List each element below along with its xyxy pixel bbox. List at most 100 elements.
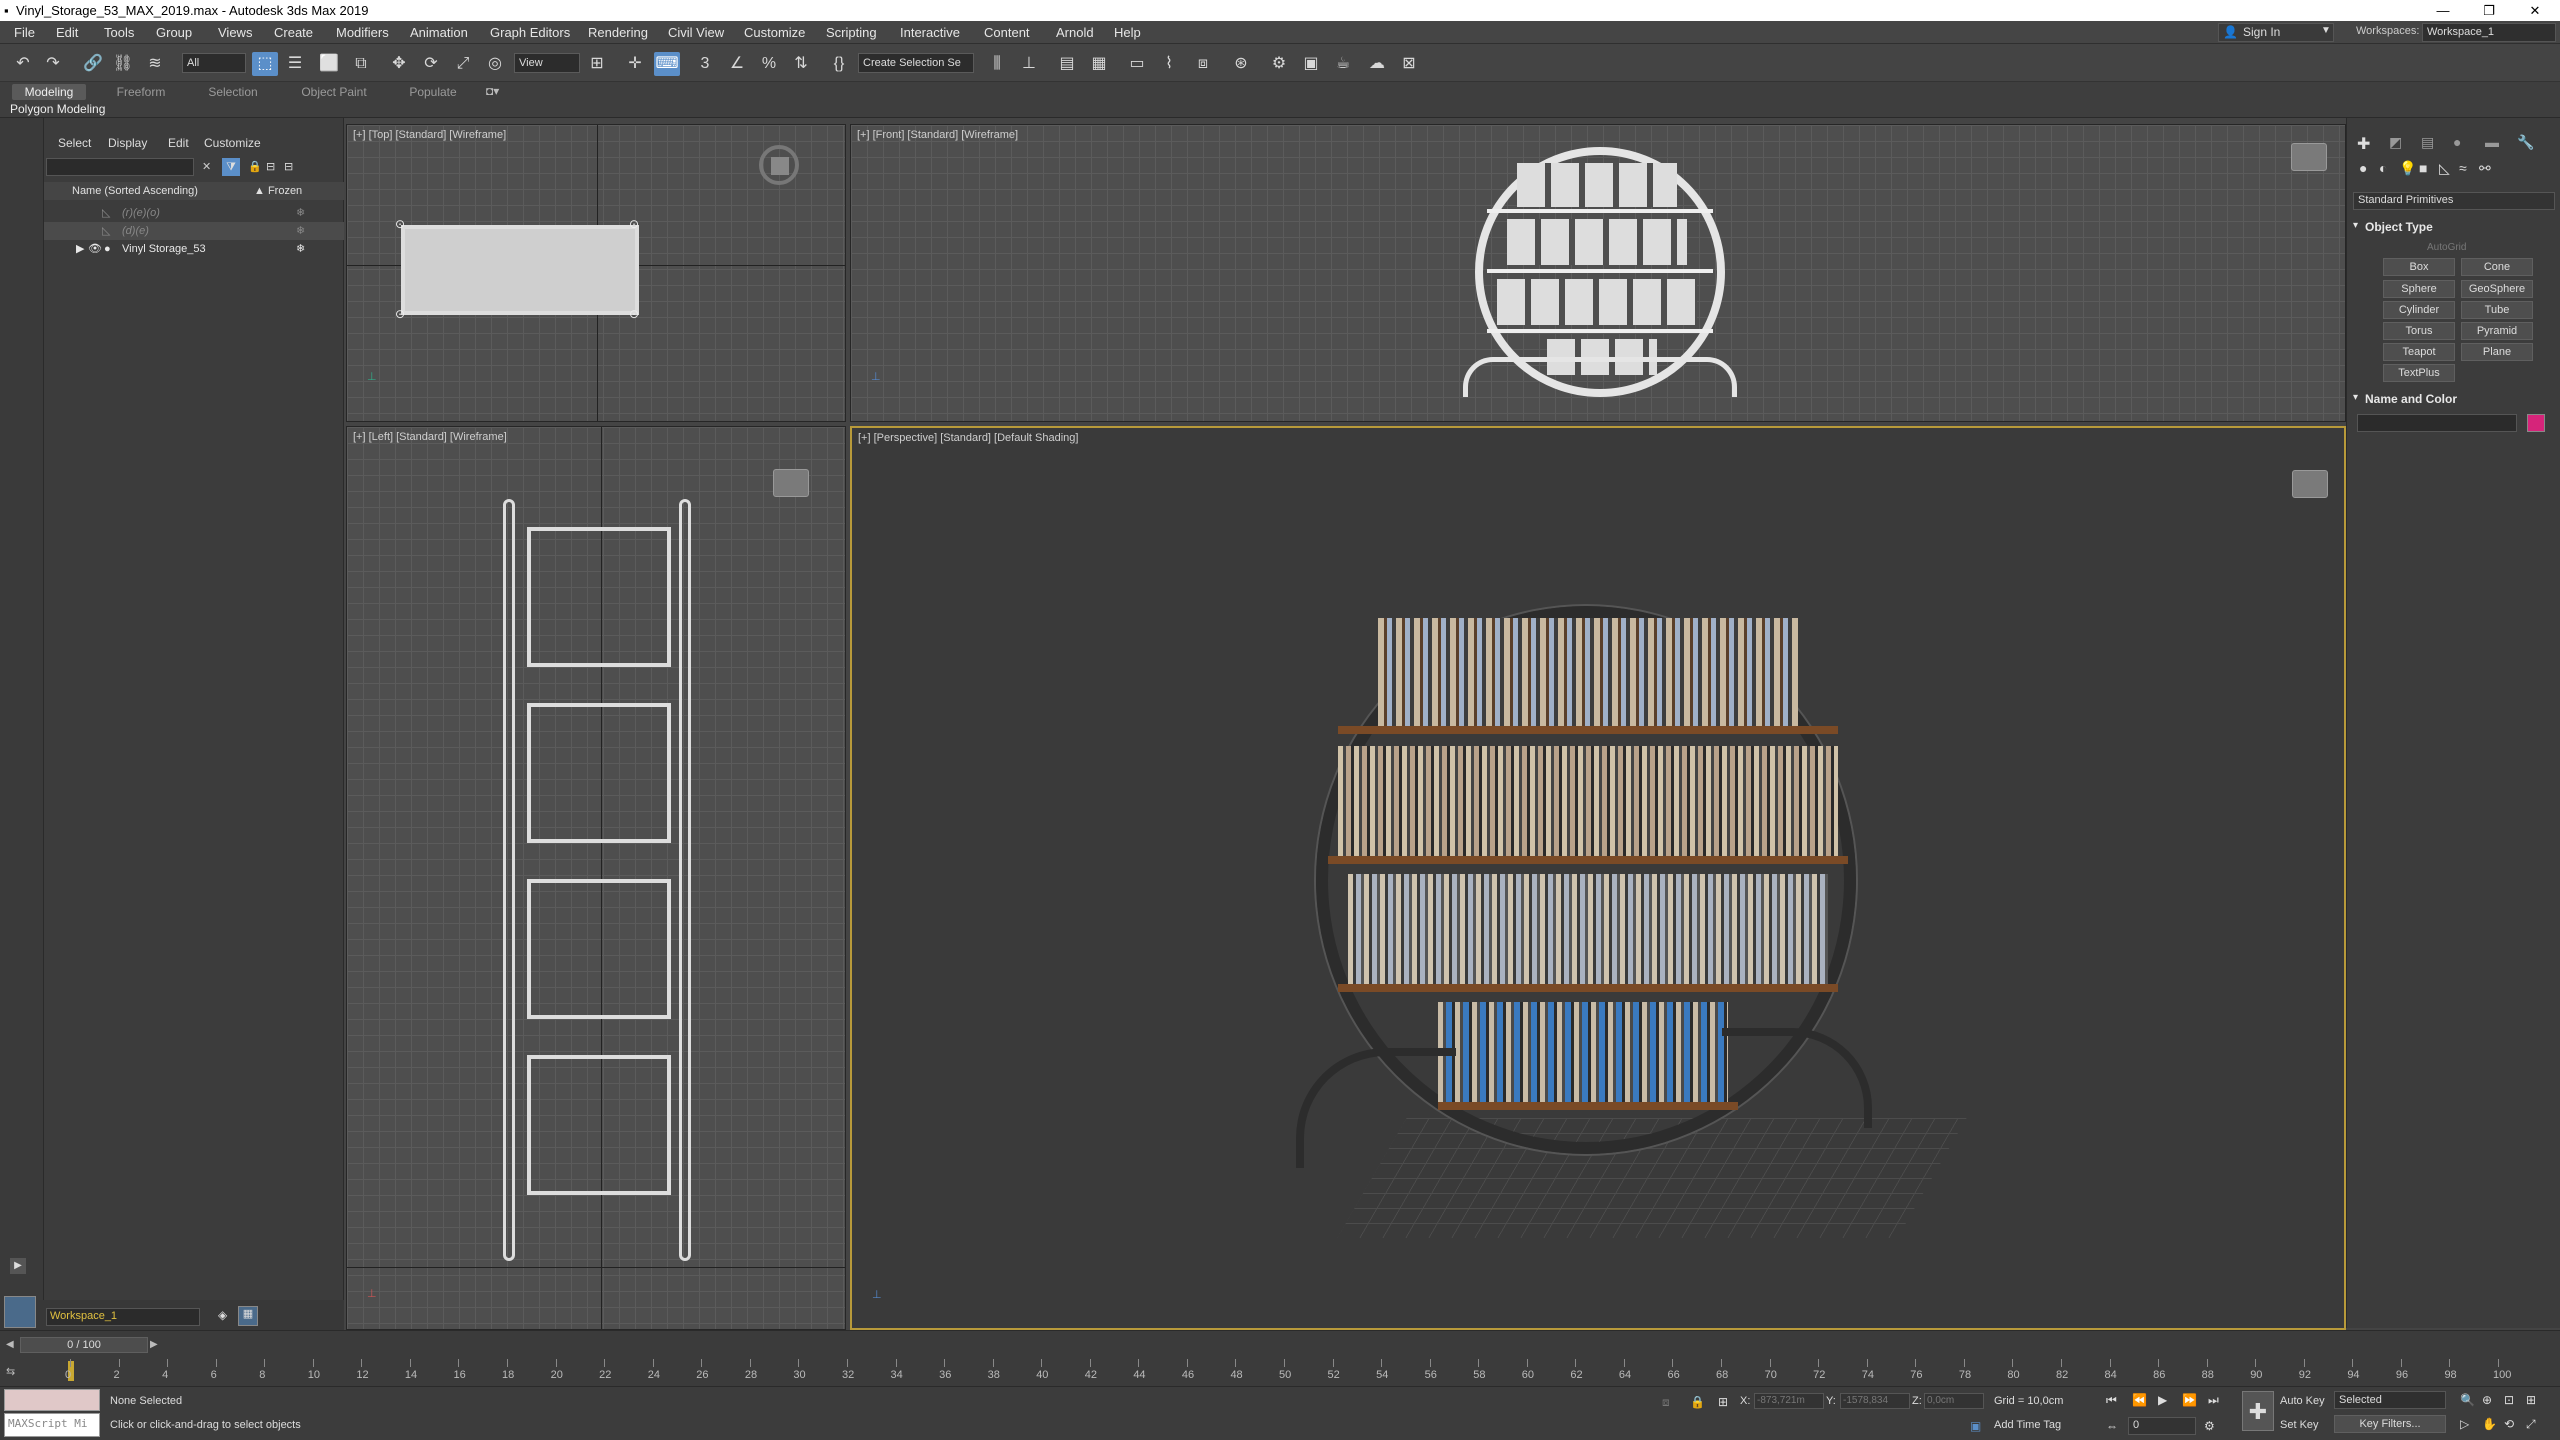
object-color-swatch[interactable] — [2527, 414, 2545, 432]
lock-selection-icon[interactable]: 🔒 — [1690, 1395, 1705, 1409]
scene-search-input[interactable] — [46, 158, 194, 176]
viewport-label[interactable]: [+] [Perspective] [Standard] [Default Sh… — [858, 432, 1078, 444]
fov-icon[interactable]: ▷ — [2460, 1417, 2469, 1431]
collapse-arrow-icon[interactable]: ▾ — [2353, 392, 2358, 403]
x-coordinate-field[interactable]: -873,721m — [1754, 1393, 1824, 1409]
tab-modeling[interactable]: Modeling — [12, 84, 86, 100]
time-config-icon[interactable]: ⚙ — [2204, 1419, 2215, 1433]
prev-key-icon[interactable]: ⏪ — [2132, 1393, 2147, 1407]
curve-editor-icon[interactable]: ⌇ — [1156, 52, 1182, 76]
menu-tools[interactable]: Tools — [104, 25, 134, 40]
selection-filter-dropdown[interactable]: All — [182, 53, 246, 73]
eye-icon[interactable]: 👁 — [88, 240, 102, 258]
display-tab-icon[interactable]: ▬ — [2485, 134, 2499, 150]
layers-icon[interactable]: ◈ — [218, 1308, 227, 1322]
z-coordinate-field[interactable]: 0,0cm — [1924, 1393, 1984, 1409]
link-icon[interactable]: 🔗 — [80, 52, 106, 76]
tab-populate[interactable]: Populate — [396, 84, 470, 100]
layer-icon[interactable]: ⊟ — [284, 160, 293, 173]
bind-space-warp-icon[interactable]: ≋ — [142, 52, 168, 76]
absolute-mode-icon[interactable]: ⊞ — [1718, 1395, 1728, 1409]
minimize-icon[interactable]: — — [2420, 0, 2466, 21]
angle-snap-icon[interactable]: ∠ — [724, 52, 750, 76]
rendered-frame-window-icon[interactable]: ▣ — [1298, 52, 1324, 76]
selection-set-dropdown[interactable]: Selected — [2334, 1391, 2446, 1409]
render-setup-icon[interactable]: ⚙ — [1266, 52, 1292, 76]
signin-button[interactable]: 👤 Sign In ▼ — [2218, 23, 2334, 42]
scale-icon[interactable]: ⤢ — [450, 52, 476, 76]
shapes-icon[interactable]: ◐ — [2379, 160, 2387, 176]
select-object-icon[interactable]: ⬚ — [252, 52, 278, 76]
scene-row[interactable]: ▶ 👁 ● Vinyl Storage_53 ❄ — [44, 240, 344, 258]
percent-snap-icon[interactable]: % — [756, 52, 782, 76]
render-production-icon[interactable]: ☕ — [1330, 52, 1356, 76]
menu-rendering[interactable]: Rendering — [588, 25, 648, 40]
time-tag-icon[interactable]: ▣ — [1970, 1419, 1981, 1433]
menu-animation[interactable]: Animation — [410, 25, 468, 40]
viewcube[interactable] — [773, 469, 809, 497]
current-frame-spinner[interactable]: 0 — [2128, 1417, 2196, 1435]
create-tab-icon[interactable]: ✚ — [2357, 134, 2370, 154]
isolate-icon[interactable]: ⧈ — [1662, 1395, 1670, 1410]
viewport-left[interactable]: [+] [Left] [Standard] [Wireframe] ⊥ — [346, 426, 846, 1330]
ribbon-options-icon[interactable]: ◘▾ — [486, 84, 499, 98]
menu-scripting[interactable]: Scripting — [826, 25, 877, 40]
column-frozen[interactable]: ▲ Frozen — [254, 182, 302, 200]
viewport-top[interactable]: [+] [Top] [Standard] [Wireframe] ⊙ ⊙ ⊙ ⊙… — [346, 124, 846, 422]
rect-selection-icon[interactable]: ⬜ — [316, 52, 342, 76]
pan-icon[interactable]: ✋ — [2482, 1417, 2497, 1431]
expand-arrow-icon[interactable]: ▶ — [10, 1258, 26, 1274]
viewport-front[interactable]: [+] [Front] [Standard] [Wireframe] ⊥ — [850, 124, 2346, 422]
goto-start-icon[interactable]: ⏮ — [2106, 1393, 2117, 1408]
play-icon[interactable]: ▶ — [2158, 1393, 2167, 1407]
menu-customize[interactable]: Customize — [744, 25, 805, 40]
reference-coordinate-dropdown[interactable]: View — [514, 53, 580, 73]
orbit-icon[interactable]: ⟲ — [2504, 1417, 2514, 1431]
redo-icon[interactable]: ↷ — [40, 52, 66, 76]
zoom-icon[interactable]: 🔍 — [2460, 1393, 2475, 1407]
add-time-tag[interactable]: Add Time Tag — [1994, 1419, 2061, 1431]
hierarchy-tab-icon[interactable]: ▤ — [2421, 134, 2434, 151]
teapot-button[interactable]: Teapot — [2383, 343, 2455, 361]
scene-tab-display[interactable]: Display — [108, 136, 147, 150]
menu-arnold[interactable]: Arnold — [1056, 25, 1094, 40]
frozen-icon[interactable]: ❄ — [296, 222, 305, 240]
keyboard-shortcut-override-icon[interactable]: ⌨ — [654, 52, 680, 76]
goto-end-icon[interactable]: ⏭ — [2208, 1393, 2219, 1408]
menu-file[interactable]: File — [14, 25, 35, 40]
zoom-extents-all-icon[interactable]: ⊞ — [2526, 1393, 2536, 1407]
box-button[interactable]: Box — [2383, 258, 2455, 276]
motion-tab-icon[interactable]: ● — [2453, 134, 2461, 150]
key-mode-icon[interactable]: ⇔ — [2106, 1419, 2118, 1433]
column-name[interactable]: Name (Sorted Ascending) — [72, 182, 198, 200]
rotate-icon[interactable]: ⟳ — [418, 52, 444, 76]
textplus-button[interactable]: TextPlus — [2383, 364, 2455, 382]
object-name-input[interactable] — [2357, 414, 2517, 432]
toggle-scene-explorer-icon[interactable]: ▤ — [1054, 52, 1080, 76]
window-crossing-icon[interactable]: ⧉ — [348, 52, 374, 76]
menu-group[interactable]: Group — [156, 25, 192, 40]
material-editor-icon[interactable]: ⊛ — [1228, 52, 1254, 76]
render-cloud-icon[interactable]: ☁ — [1364, 52, 1390, 76]
scene-row[interactable]: ◺ (r)(e)(o) ❄ — [44, 204, 344, 222]
align-icon[interactable]: ⊥ — [1016, 52, 1042, 76]
scene-toggle-icon[interactable]: ▦ — [238, 1306, 258, 1326]
create-selection-set-dropdown[interactable]: Create Selection Se — [858, 53, 974, 73]
menu-modifiers[interactable]: Modifiers — [336, 25, 389, 40]
select-manipulate-icon[interactable]: ✛ — [622, 52, 648, 76]
tab-freeform[interactable]: Freeform — [104, 84, 178, 100]
viewcube[interactable] — [771, 157, 789, 175]
autogrid-checkbox[interactable]: AutoGrid — [2427, 242, 2466, 253]
plane-button[interactable]: Plane — [2461, 343, 2533, 361]
y-coordinate-field[interactable]: -1578,834 — [1840, 1393, 1910, 1409]
lock-icon[interactable]: 🔒 — [248, 160, 262, 173]
cylinder-button[interactable]: Cylinder — [2383, 301, 2455, 319]
menu-edit[interactable]: Edit — [56, 25, 78, 40]
filter-toggle-icon[interactable]: ⧩ — [222, 158, 240, 176]
menu-help[interactable]: Help — [1114, 25, 1141, 40]
toggle-layer-explorer-icon[interactable]: ▦ — [1086, 52, 1112, 76]
scene-tab-customize[interactable]: Customize — [204, 136, 261, 150]
helpers-icon[interactable]: ◺ — [2439, 160, 2450, 177]
pivot-center-icon[interactable]: ⊞ — [584, 52, 610, 76]
lights-icon[interactable]: 💡 — [2399, 160, 2416, 177]
